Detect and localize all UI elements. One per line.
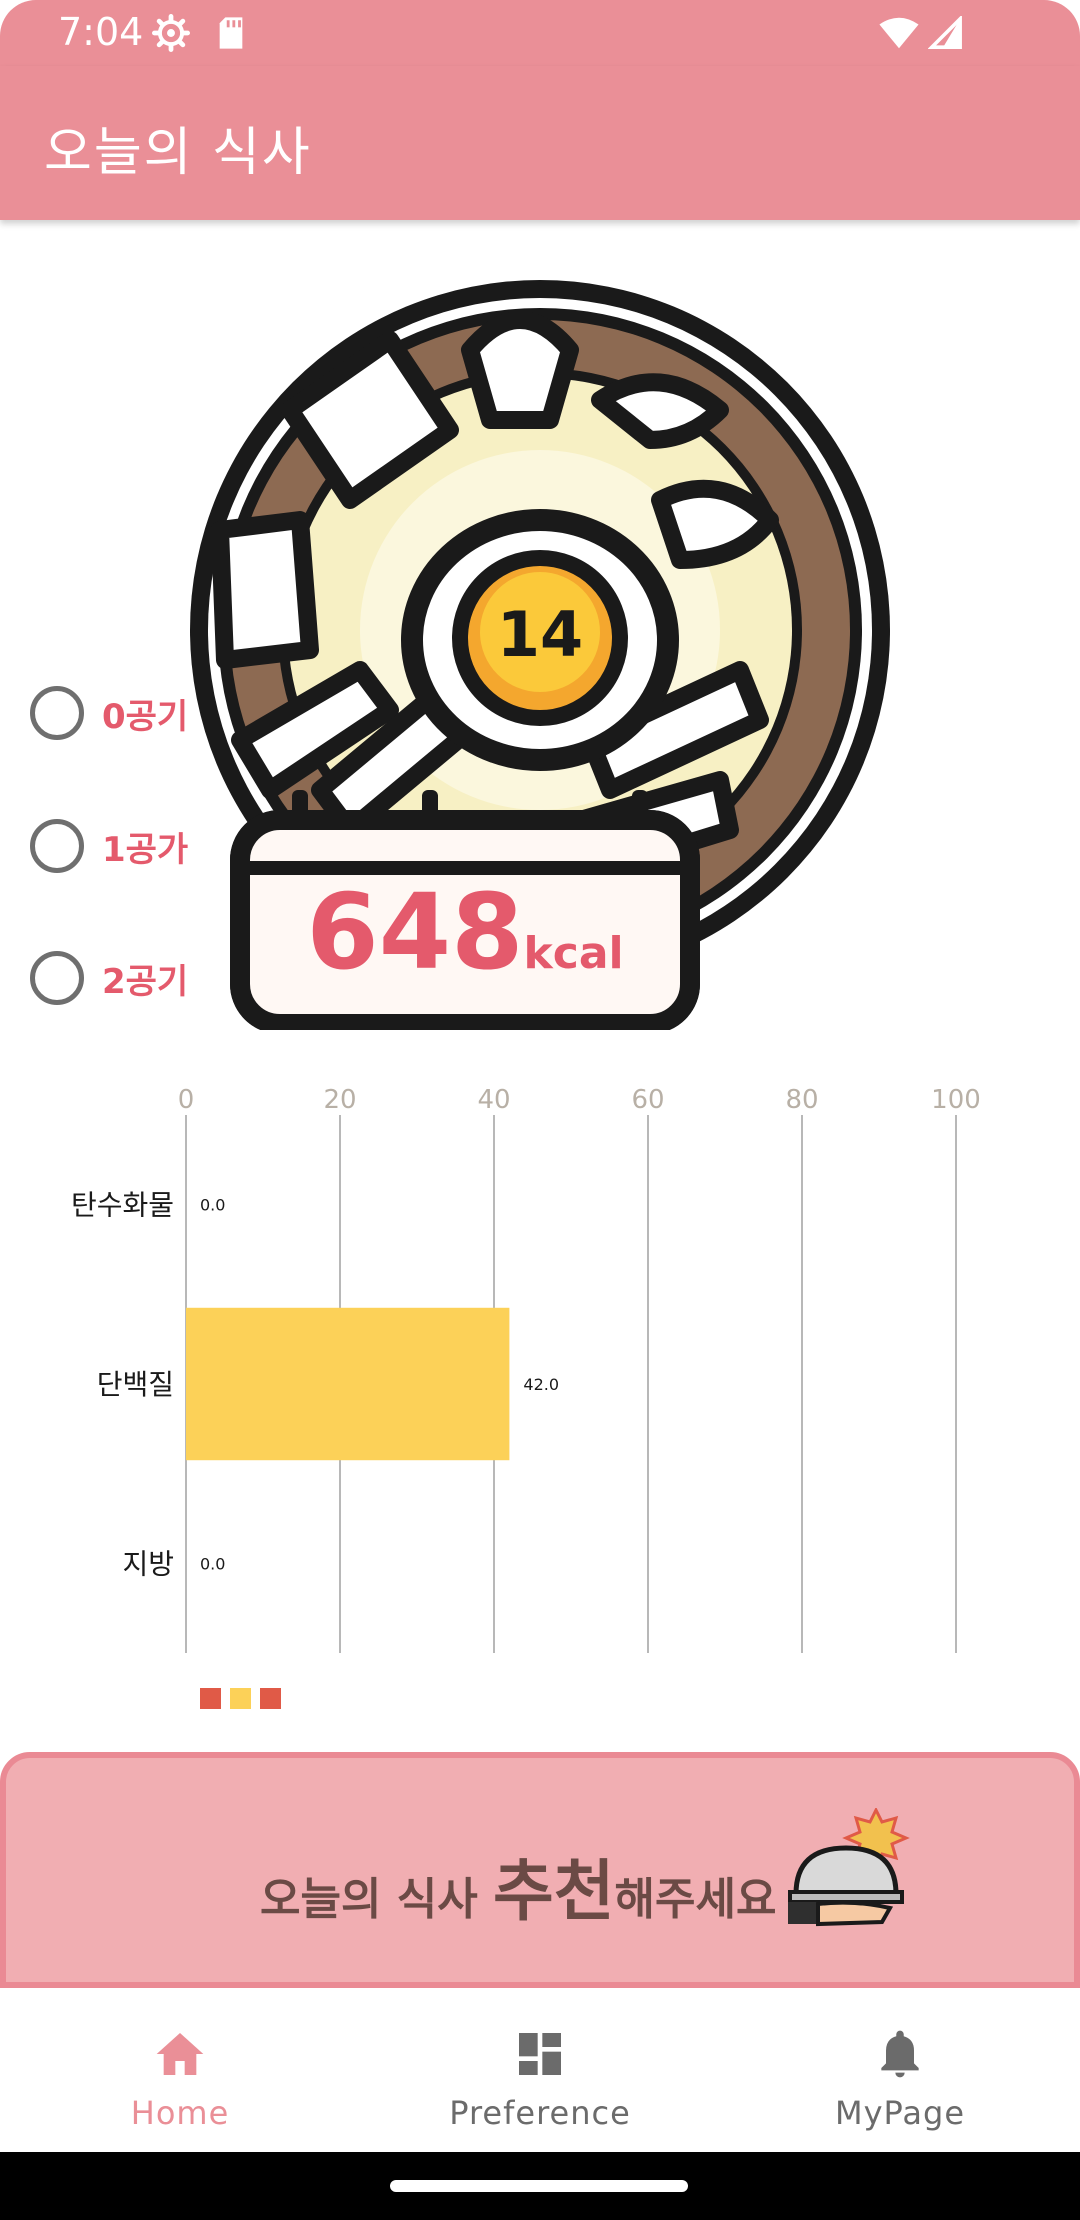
nav-preference-label: Preference: [449, 2094, 631, 2132]
gesture-handle[interactable]: [390, 2180, 688, 2192]
calories-unit: kcal: [523, 928, 623, 979]
home-icon: [156, 2033, 204, 2075]
nav-home[interactable]: Home: [0, 1988, 360, 2152]
dashboard-icon: [519, 2033, 561, 2075]
x-tick-label: 0: [178, 1085, 195, 1115]
legend-swatch: [200, 1688, 221, 1709]
cell-signal-icon: [928, 16, 962, 49]
radio-button[interactable]: [30, 686, 84, 740]
status-bar: 7:04: [0, 0, 1080, 66]
rice-option-0[interactable]: 0공기: [30, 683, 188, 743]
calories-value: 648: [306, 871, 523, 993]
app-title: 오늘의 식사: [44, 123, 312, 183]
nutrition-bar-chart: 0 20 40 60 80 100 탄수화물 0.0 단백질 42.0 지방 0.0: [71, 1085, 981, 1709]
nav-preference[interactable]: Preference: [360, 1988, 720, 2152]
legend-swatch: [260, 1688, 281, 1709]
bottom-navigation: Home Preference MyPage: [0, 1988, 1080, 2152]
calorie-box: 648kcal: [230, 790, 700, 1030]
gear-icon: [152, 14, 190, 52]
legend-swatch: [230, 1688, 251, 1709]
recommend-text-prefix: 오늘의 식사: [260, 1874, 494, 1925]
cloche-icon: [788, 1808, 910, 1927]
recommend-meal-button[interactable]: 오늘의 식사 추천해주세요: [0, 1752, 1080, 1988]
nav-home-label: Home: [130, 2094, 230, 2132]
wifi-icon: [879, 17, 919, 49]
recommend-text-suffix: 해주세요: [614, 1874, 777, 1925]
x-tick-label: 20: [323, 1085, 356, 1115]
x-tick-label: 40: [477, 1085, 510, 1115]
bar: [186, 1307, 510, 1461]
rice-option-2[interactable]: 2공기: [30, 948, 188, 1008]
meal-bowl-illustration: 14 648kcal: [190, 280, 890, 1030]
category-label: 탄수화물: [71, 1189, 174, 1222]
data-label: 0.0: [200, 1196, 225, 1215]
rice-option-1[interactable]: 1공가: [30, 816, 188, 876]
radio-button[interactable]: [30, 819, 84, 873]
nav-mypage[interactable]: MyPage: [720, 1988, 1080, 2152]
recommend-text: 오늘의 식사 추천해주세요: [260, 1838, 776, 1934]
sd-card-icon: [219, 17, 243, 49]
day-badge: 14: [497, 598, 583, 671]
rice-option-label: 2공기: [102, 961, 189, 1002]
recommend-text-emphasis: 추천: [493, 1853, 615, 1930]
rice-option-label: 0공기: [102, 696, 189, 737]
screen: 7:04 오늘의 식사 14 648kcal 0공기 1공가 2공기 0 20 …: [0, 0, 1080, 2220]
system-gesture-bar: [0, 2152, 1080, 2220]
rice-option-label: 1공가: [102, 829, 189, 870]
x-tick-label: 100: [931, 1085, 981, 1115]
x-tick-label: 60: [631, 1085, 664, 1115]
status-time: 7:04: [58, 10, 144, 54]
x-tick-label: 80: [785, 1085, 818, 1115]
radio-button[interactable]: [30, 951, 84, 1005]
data-label: 0.0: [200, 1554, 225, 1573]
egg-icon: 14: [401, 509, 679, 771]
data-label: 42.0: [523, 1375, 559, 1394]
bell-icon: [881, 2030, 919, 2078]
nav-mypage-label: MyPage: [834, 2094, 965, 2132]
app-bar: 오늘의 식사: [0, 66, 1080, 220]
category-label: 지방: [122, 1547, 174, 1580]
category-label: 단백질: [97, 1368, 174, 1401]
